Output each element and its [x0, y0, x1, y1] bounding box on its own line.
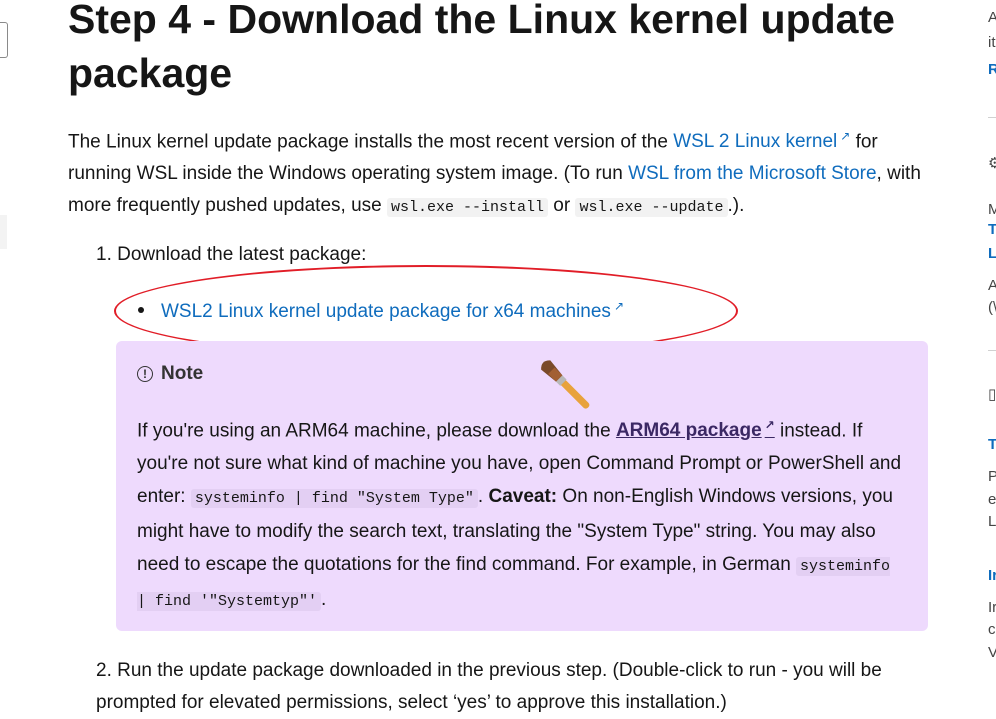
wsl-microsoft-store-link[interactable]: WSL from the Microsoft Store: [628, 163, 876, 184]
right-sidebar-link[interactable]: R: [988, 60, 996, 80]
right-sidebar-text: (\: [988, 299, 996, 316]
right-sidebar: A it R ⚙ M T L A (\ ▯ T P e L Ir Ir c V: [988, 0, 996, 702]
right-sidebar-link[interactable]: T: [988, 220, 996, 240]
right-sidebar-text: e: [988, 491, 996, 508]
right-sidebar-text: Ir: [988, 599, 996, 616]
right-sidebar-text: V: [988, 644, 996, 661]
right-sidebar-text: P: [988, 468, 996, 485]
step-1-label: 1. Download the latest package:: [96, 244, 367, 265]
code-wsl-update: wsl.exe --update: [575, 198, 728, 218]
code-wsl-install: wsl.exe --install: [386, 198, 549, 218]
kernel-update-x64-link[interactable]: WSL2 Linux kernel update package for x64…: [161, 301, 624, 322]
paintbrush-icon: [541, 360, 590, 409]
right-sidebar-icon: ⚙: [988, 155, 996, 172]
right-sidebar-icon: ▯: [988, 386, 996, 403]
right-sidebar-link[interactable]: T: [988, 435, 996, 455]
bullet-icon: [138, 307, 144, 314]
code-systeminfo: systeminfo | find "System Type": [190, 489, 478, 509]
right-sidebar-text: it: [988, 34, 996, 51]
note-header: ! Note: [137, 363, 908, 385]
right-sidebar-link[interactable]: L: [988, 244, 996, 264]
right-sidebar-text: L: [988, 513, 996, 530]
left-sidebar-selected-item[interactable]: [0, 215, 7, 249]
right-sidebar-link[interactable]: Ir: [988, 566, 996, 586]
note-title: Note: [161, 363, 204, 384]
note-text: If you're using an ARM64 machine, please…: [137, 420, 616, 442]
divider: [988, 117, 996, 118]
right-sidebar-text: M: [988, 201, 996, 218]
left-sidebar-toggle[interactable]: [0, 22, 8, 58]
arm64-package-link[interactable]: ARM64 package: [616, 420, 775, 441]
step-2-label: 2. Run the update package downloaded in …: [96, 660, 882, 713]
list-item: WSL2 Linux kernel update package for x64…: [138, 292, 624, 326]
note-body: If you're using an ARM64 machine, please…: [137, 409, 908, 618]
note-callout: ! Note If you're using an ARM64 machine,…: [116, 341, 928, 631]
right-sidebar-text: A: [988, 277, 996, 294]
page-title: Step 4 - Download the Linux kernel updat…: [68, 0, 895, 96]
wsl2-linux-kernel-link[interactable]: WSL 2 Linux kernel: [673, 131, 850, 152]
intro-text: The Linux kernel update package installs…: [68, 131, 674, 153]
note-text: .: [477, 486, 489, 508]
right-sidebar-text: A: [988, 9, 996, 26]
intro-paragraph: The Linux kernel update package installs…: [68, 120, 928, 224]
intro-text: .).: [727, 195, 745, 217]
divider: [988, 350, 996, 351]
right-sidebar-text: c: [988, 621, 996, 638]
note-text: .: [321, 589, 327, 611]
intro-text: or: [548, 195, 576, 217]
caveat-label: Caveat:: [488, 486, 558, 508]
info-icon: !: [137, 366, 153, 382]
